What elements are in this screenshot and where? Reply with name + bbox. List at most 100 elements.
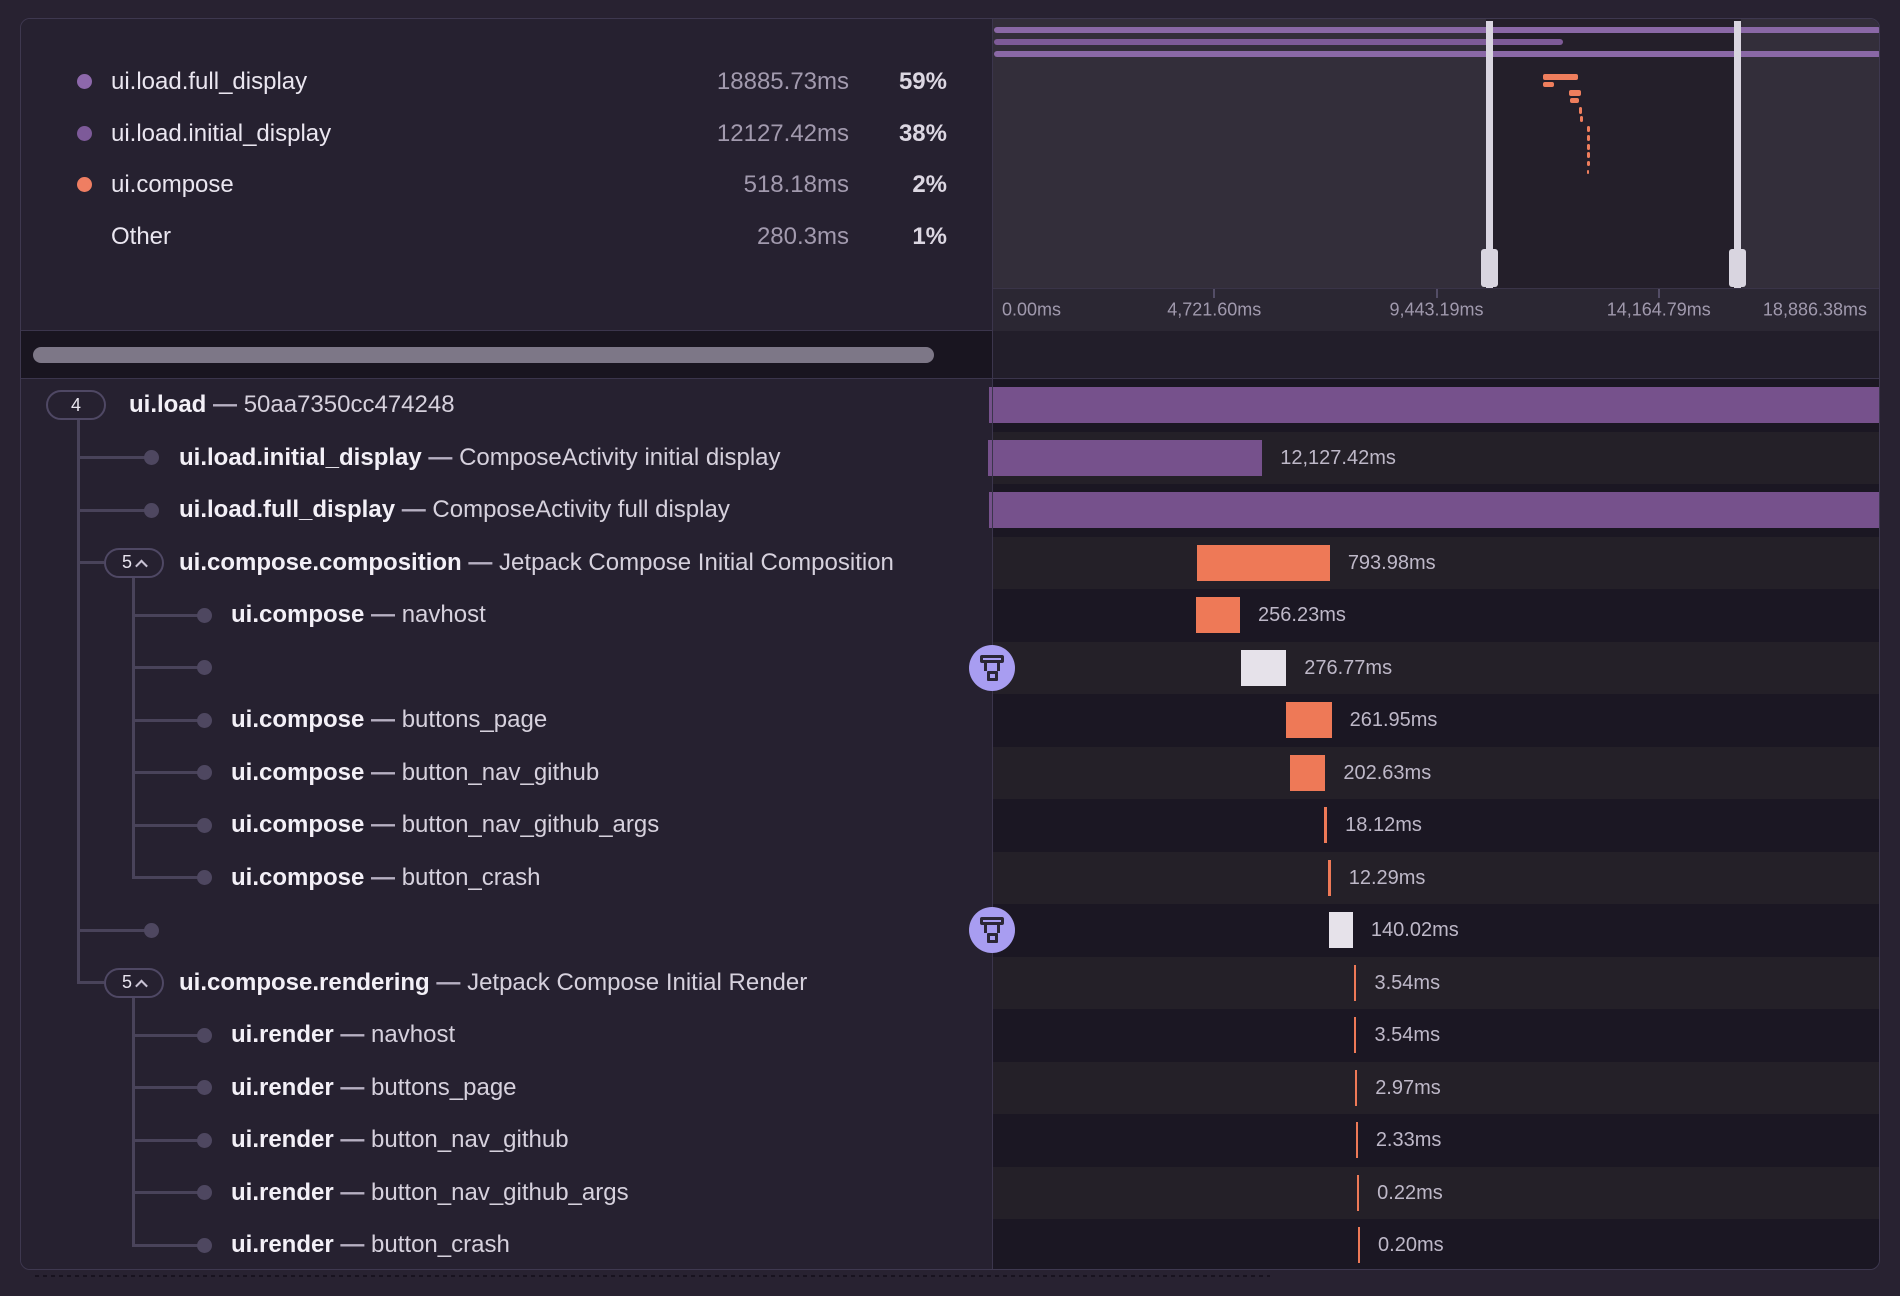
waterfall-row[interactable]: 140.02ms	[992, 904, 1879, 957]
span-duration-bar[interactable]	[1329, 912, 1353, 948]
flamegraph-bar-top	[980, 655, 1004, 663]
waterfall-row[interactable]: 256.23ms	[992, 589, 1879, 642]
span-title: ui.render — buttons_page	[231, 1074, 517, 1102]
span-separator: —	[422, 444, 459, 471]
panel-divider[interactable]	[992, 19, 993, 1269]
waterfall-row[interactable]: 12,127.42ms	[992, 432, 1879, 485]
span-duration-bar[interactable]	[989, 387, 1879, 423]
span-duration-bar[interactable]	[1354, 1017, 1357, 1053]
span-separator: —	[206, 391, 243, 418]
waterfall-row[interactable]	[992, 379, 1879, 432]
span-separator: —	[334, 1126, 371, 1153]
chevron-up-icon	[135, 979, 148, 992]
waterfall-row[interactable]: 261.95ms	[992, 694, 1879, 747]
minimap-canvas[interactable]	[992, 19, 1880, 288]
waterfall-row[interactable]: 793.98ms	[992, 537, 1879, 590]
legend-percentage: 59%	[899, 67, 947, 97]
tree-scrollbar-thumb[interactable]	[33, 347, 934, 363]
waterfall-row[interactable]: 202.63ms	[992, 747, 1879, 800]
minimap-window-line[interactable]	[1486, 21, 1493, 288]
tree-row[interactable]: ui.compose — button_nav_github_args	[21, 799, 992, 852]
tree-row[interactable]: ui.load.full_display — ComposeActivity f…	[21, 484, 992, 537]
span-duration-bar[interactable]	[988, 440, 1263, 476]
waterfall-row[interactable]	[992, 484, 1879, 537]
span-op: ui.render	[231, 1126, 334, 1153]
minimap-span-bar-orange	[1543, 82, 1554, 87]
tree-connector	[78, 981, 104, 984]
span-duration-bar[interactable]	[1358, 1227, 1360, 1263]
waterfall-row[interactable]: 12.29ms	[992, 852, 1879, 905]
minimap-span-bar-orange	[1587, 152, 1590, 158]
tree-row[interactable]: ui.compose — button_nav_github	[21, 747, 992, 800]
span-duration-bar[interactable]	[1324, 807, 1328, 843]
minimap-span-bar-orange	[1587, 135, 1590, 141]
span-title: ui.render — button_nav_github	[231, 1126, 569, 1154]
span-duration-bar[interactable]	[1356, 1122, 1358, 1158]
tree-scrollbar-track[interactable]	[21, 331, 992, 378]
tree-row[interactable]: ui.render — button_crash	[21, 1219, 992, 1270]
waterfall-row[interactable]: 0.20ms	[992, 1219, 1879, 1270]
waterfall-row[interactable]: 3.54ms	[992, 957, 1879, 1010]
span-duration-bar[interactable]	[1290, 755, 1326, 791]
panel-bottom-resize-handle[interactable]	[35, 1275, 1270, 1277]
tree-row[interactable]	[21, 904, 992, 957]
tree-node-dot	[144, 450, 159, 465]
span-duration-bar[interactable]	[1197, 545, 1329, 581]
span-duration-bar[interactable]	[989, 492, 1879, 528]
minimap-span-bar-orange	[1570, 98, 1579, 103]
tree-row[interactable]: 4ui.load — 50aa7350cc474248	[21, 379, 992, 432]
tree-connector	[78, 456, 151, 459]
span-count-badge[interactable]: 5	[104, 548, 164, 578]
legend-color-dot	[77, 74, 92, 89]
legend-row[interactable]: ui.compose518.18ms2%	[21, 170, 992, 200]
tree-row[interactable]: ui.render — button_nav_github	[21, 1114, 992, 1167]
legend-row[interactable]: Other280.3ms1%	[21, 222, 992, 252]
tree-node-dot	[197, 870, 212, 885]
badge-count: 5	[122, 552, 132, 573]
span-duration-bar[interactable]	[1241, 650, 1286, 686]
span-duration-bar[interactable]	[1354, 965, 1357, 1001]
tree-row[interactable]: ui.render — buttons_page	[21, 1062, 992, 1115]
tree-row[interactable]: ui.compose — buttons_page	[21, 694, 992, 747]
tree-row[interactable]: ui.compose — button_crash	[21, 852, 992, 905]
tree-connector	[78, 509, 151, 512]
tree-row[interactable]: 5ui.compose.composition — Jetpack Compos…	[21, 537, 992, 590]
span-duration-bar[interactable]	[1196, 597, 1240, 633]
span-duration-bar[interactable]	[1286, 702, 1331, 738]
legend-row[interactable]: ui.load.initial_display12127.42ms38%	[21, 119, 992, 149]
waterfall-row[interactable]: 276.77ms	[992, 642, 1879, 695]
waterfall-row[interactable]: 18.12ms	[992, 799, 1879, 852]
span-title: ui.load.initial_display — ComposeActivit…	[179, 444, 781, 472]
tree-row[interactable]: 5ui.compose.rendering — Jetpack Compose …	[21, 957, 992, 1010]
tree-row[interactable]	[21, 642, 992, 695]
waterfall-row[interactable]: 3.54ms	[992, 1009, 1879, 1062]
tree-node-dot	[197, 608, 212, 623]
waterfall-row[interactable]: 0.22ms	[992, 1167, 1879, 1220]
minimap-window-handle[interactable]	[1481, 249, 1498, 287]
waterfall-row[interactable]: 2.33ms	[992, 1114, 1879, 1167]
span-description: button_crash	[402, 864, 541, 891]
span-duration-bar[interactable]	[1357, 1175, 1359, 1211]
span-description: button_crash	[371, 1231, 510, 1258]
waterfall-row[interactable]: 2.97ms	[992, 1062, 1879, 1115]
span-duration-bar[interactable]	[1355, 1070, 1357, 1106]
tree-row[interactable]: ui.render — navhost	[21, 1009, 992, 1062]
span-count-badge[interactable]: 4	[46, 390, 106, 420]
axis-tick	[1436, 289, 1438, 298]
minimap-span-bar-orange	[1587, 161, 1590, 166]
trace-minimap[interactable]: 0.00ms4,721.60ms9,443.19ms14,164.79ms18,…	[992, 19, 1880, 331]
tree-row[interactable]: ui.render — button_nav_github_args	[21, 1167, 992, 1220]
legend-row[interactable]: ui.load.full_display18885.73ms59%	[21, 67, 992, 97]
span-bars: 12,127.42ms 793.98ms256.23ms276.77ms261.9…	[992, 379, 1879, 1270]
legend-duration: 18885.73ms	[717, 67, 849, 97]
tree-row[interactable]: ui.load.initial_display — ComposeActivit…	[21, 432, 992, 485]
minimap-window-handle[interactable]	[1729, 249, 1746, 287]
span-count-badge[interactable]: 5	[104, 968, 164, 998]
tree-node-dot	[144, 503, 159, 518]
minimap-window-line[interactable]	[1734, 21, 1741, 288]
profile-flamegraph-icon[interactable]	[969, 645, 1015, 691]
tree-row[interactable]: ui.compose — navhost	[21, 589, 992, 642]
minimap-span-bar-orange	[1587, 170, 1589, 174]
profile-flamegraph-icon[interactable]	[969, 907, 1015, 953]
span-duration-bar[interactable]	[1328, 860, 1331, 896]
